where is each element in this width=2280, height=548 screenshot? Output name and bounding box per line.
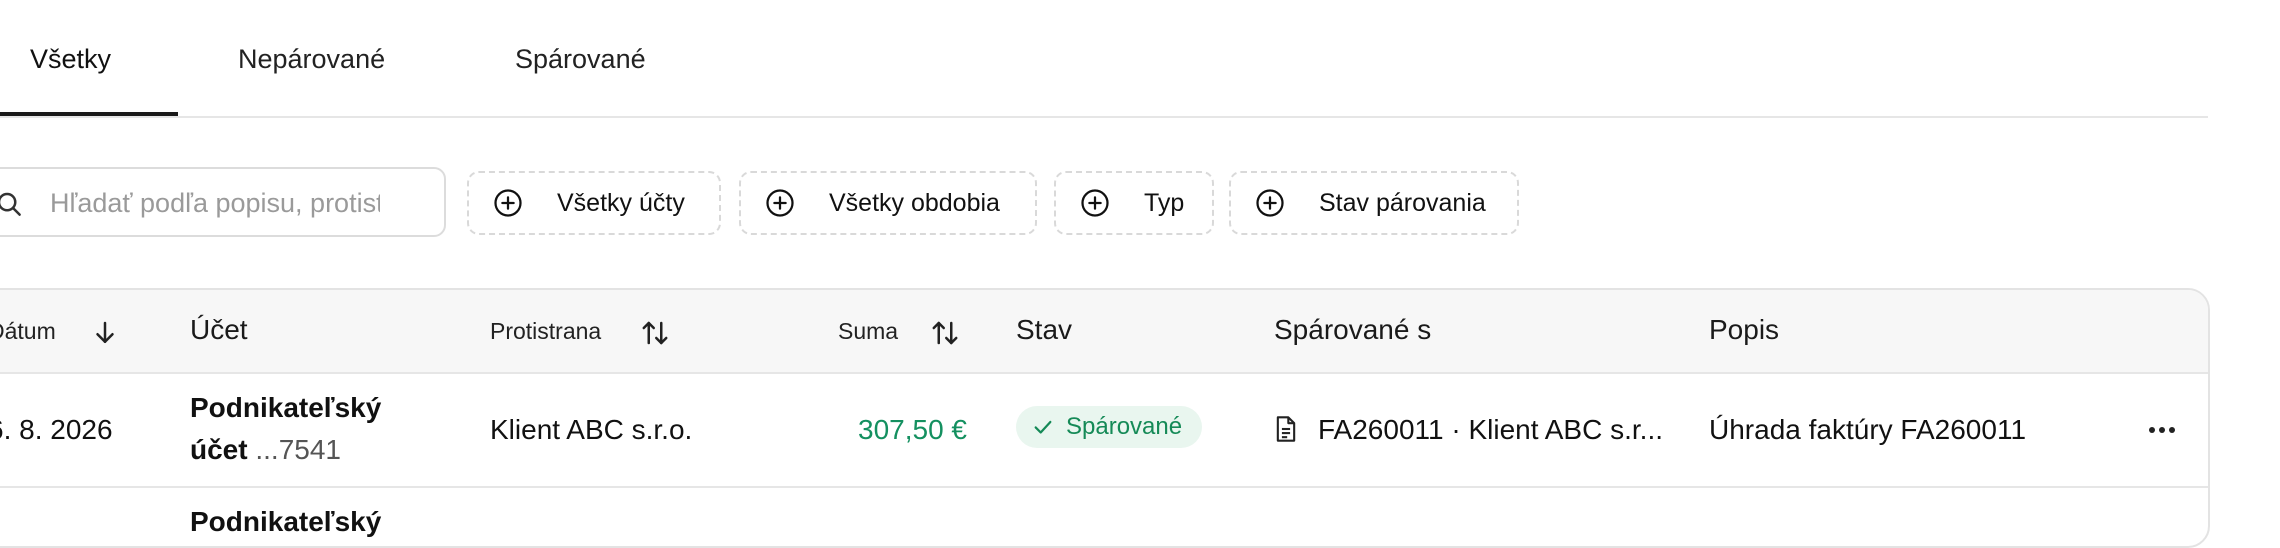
tabs-divider [0, 116, 2208, 118]
status-badge: Spárované [1016, 406, 1203, 448]
plus-circle-icon [1081, 189, 1109, 217]
tab-matched[interactable]: Spárované [515, 44, 646, 75]
column-header-amount[interactable]: Suma [838, 318, 898, 345]
sort-arrows-icon[interactable] [640, 318, 670, 348]
filter-type-label: Typ [1144, 188, 1185, 217]
check-icon [1034, 420, 1052, 434]
column-header-counterparty[interactable]: Protistrana [490, 318, 601, 345]
search-input[interactable] [50, 183, 380, 223]
column-header-date[interactable]: Dátum [0, 318, 56, 345]
more-horizontal-icon[interactable] [2146, 420, 2178, 440]
plus-circle-icon [766, 189, 794, 217]
filter-accounts-label: Všetky účty [557, 188, 685, 217]
row-amount: 307,50 € [858, 414, 967, 445]
tab-all[interactable]: Všetky [30, 44, 111, 75]
filter-accounts-button[interactable]: Všetky účty [467, 171, 721, 235]
status-badge-label: Spárované [1066, 413, 1183, 440]
sort-arrows-icon[interactable] [930, 318, 960, 348]
row-account-suffix: ...7541 [255, 434, 341, 465]
plus-circle-icon [494, 189, 522, 217]
column-header-matched-with: Spárované s [1274, 314, 1432, 345]
row-matched-with[interactable]: FA260011 · Klient ABC s.r... [1318, 414, 1663, 446]
row-account-name: Podnikateľský [190, 506, 382, 537]
row-account: účet ...7541 [190, 434, 341, 466]
search-box[interactable] [0, 167, 446, 237]
column-header-status: Stav [1016, 314, 1073, 345]
plus-circle-icon [1256, 189, 1284, 217]
arrow-down-icon[interactable] [90, 318, 120, 348]
row-counterparty: Klient ABC s.r.o. [490, 414, 693, 445]
column-header-description: Popis [1709, 314, 1780, 345]
column-header-account: Účet [190, 314, 248, 345]
filter-periods-label: Všetky obdobia [829, 188, 1000, 217]
table-header [0, 290, 2208, 374]
filter-periods-button[interactable]: Všetky obdobia [739, 171, 1037, 235]
document-icon [1276, 416, 1296, 442]
row-account-name-cont: účet [190, 434, 248, 465]
filter-match-status-label: Stav párovania [1319, 188, 1486, 217]
row-description: Úhrada faktúry FA260011 [1709, 414, 2027, 445]
row-divider [0, 486, 2208, 488]
filter-type-button[interactable]: Typ [1054, 171, 1214, 235]
filter-match-status-button[interactable]: Stav párovania [1229, 171, 1519, 235]
row-date: 6. 8. 2026 [0, 414, 113, 445]
search-icon [0, 192, 21, 216]
row-account-name: Podnikateľský [190, 392, 382, 423]
tab-unmatched[interactable]: Nepárované [238, 44, 385, 75]
